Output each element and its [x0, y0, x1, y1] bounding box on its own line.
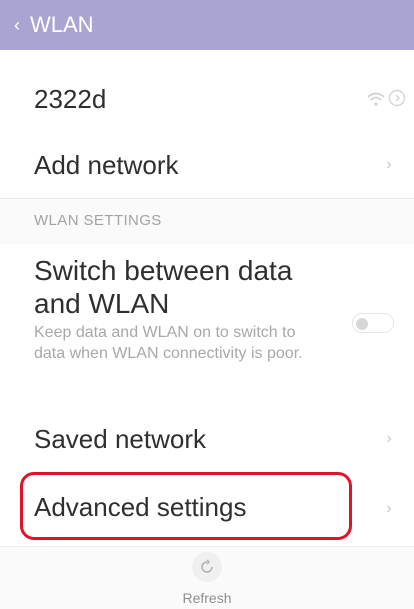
highlight-box: [20, 472, 352, 540]
saved-network-label: Saved network: [34, 424, 206, 454]
wifi-icon: [366, 90, 386, 108]
back-button[interactable]: ‹ WLAN: [14, 11, 94, 39]
network-row-2322d[interactable]: 2322d: [0, 68, 414, 133]
add-network-row[interactable]: Add network ›: [0, 132, 414, 199]
saved-network-row[interactable]: Saved network ›: [0, 406, 414, 473]
switch-description: Keep data and WLAN on to switch to data …: [34, 324, 303, 362]
section-title: WLAN SETTINGS: [34, 212, 162, 229]
add-network-label: Add network: [34, 150, 179, 180]
page-title: WLAN: [30, 12, 94, 37]
title-bar: ‹ WLAN: [0, 0, 414, 50]
chevron-right-icon: ›: [386, 156, 392, 173]
bottom-action-bar: Refresh: [0, 546, 414, 609]
chevron-right-icon: ›: [386, 500, 392, 517]
refresh-label: Refresh: [182, 590, 232, 606]
toggle-knob: [356, 318, 368, 330]
network-name: 2322d: [34, 84, 107, 114]
wlan-screen: ‹ WLAN 2322d Add network › WLAN SETTINGS…: [0, 0, 414, 609]
switch-data-wlan-toggle[interactable]: [352, 313, 394, 333]
refresh-icon[interactable]: [192, 552, 222, 582]
switch-title: Switch between data and WLAN: [34, 255, 293, 319]
info-icon[interactable]: [388, 89, 406, 107]
chevron-right-icon: ›: [386, 430, 392, 447]
wlan-settings-section-header: WLAN SETTINGS: [0, 200, 414, 244]
chevron-left-icon: ‹: [14, 15, 20, 35]
